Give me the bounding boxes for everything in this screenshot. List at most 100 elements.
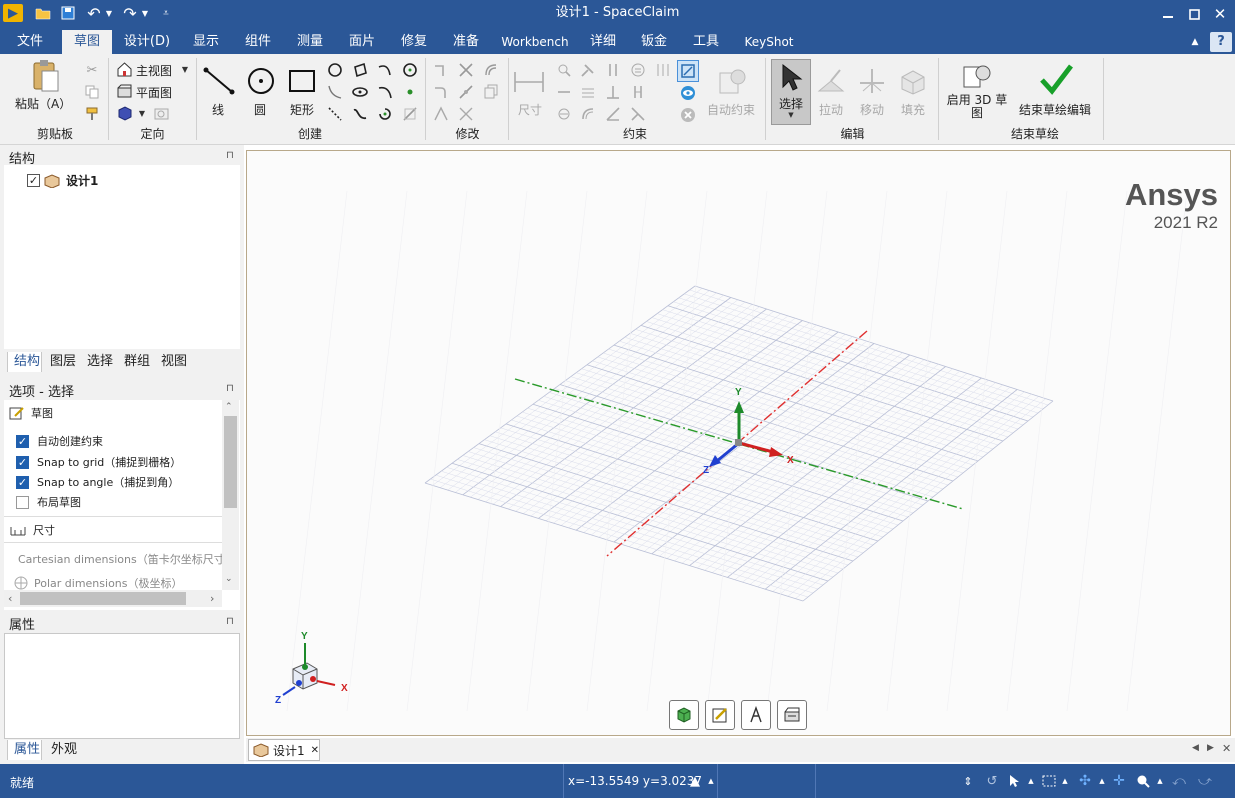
polygon-tool-icon[interactable]: [326, 61, 344, 79]
home-view-label[interactable]: 主视图: [136, 62, 172, 79]
move-label[interactable]: 移动: [860, 101, 884, 118]
menu-measure[interactable]: 测量: [290, 30, 330, 54]
tab-appearance[interactable]: 外观: [51, 740, 77, 760]
end-sketch-edit-label[interactable]: 结束草绘编辑: [1019, 101, 1091, 118]
tab-properties[interactable]: 属性: [7, 740, 42, 760]
plan-view-label[interactable]: 平面图: [136, 84, 172, 101]
menu-workbench[interactable]: Workbench: [500, 30, 570, 54]
split-curve-icon[interactable]: [457, 83, 475, 101]
menu-display[interactable]: 显示: [186, 30, 226, 54]
three-point-arc-icon[interactable]: [376, 83, 394, 101]
option-polar-dimensions[interactable]: Polar dimensions（极坐标）: [13, 575, 183, 591]
horizontal-constraint-icon[interactable]: [555, 83, 573, 101]
pin-icon[interactable]: ⊓: [226, 616, 234, 627]
line-tool-icon[interactable]: [202, 66, 236, 96]
dimension-label[interactable]: 尺寸: [518, 101, 542, 118]
option-snap-angle[interactable]: ✓ Snap to angle（捕捉到角）: [16, 474, 179, 490]
enable-3d-sketch-label[interactable]: 启用 3D 草图: [946, 94, 1008, 120]
scrollbar-thumb[interactable]: [224, 416, 237, 508]
option-snap-grid[interactable]: ✓ Snap to grid（捕捉到栅格）: [16, 454, 181, 470]
view-dropdown-icon[interactable]: ▼: [137, 108, 147, 118]
minimize-icon[interactable]: [1155, 3, 1181, 25]
circle-tool-label[interactable]: 圆: [254, 101, 266, 118]
tab-scroll-right-icon[interactable]: ▶: [1207, 743, 1214, 753]
line-tool-label[interactable]: 线: [212, 101, 224, 118]
scroll-up-icon[interactable]: ⌃: [225, 402, 233, 412]
equal-constraint-icon[interactable]: [629, 61, 647, 79]
scroll-right-icon[interactable]: ›: [210, 592, 214, 605]
orientation-mini-triad[interactable]: Y X Z: [275, 631, 348, 706]
midpoint-constraint-icon[interactable]: [654, 61, 672, 79]
rectangle-tool-label[interactable]: 矩形: [290, 101, 314, 118]
option-auto-constraint[interactable]: ✓ 自动创建约束: [16, 433, 103, 449]
move-icon[interactable]: [457, 105, 475, 123]
arc-circle-icon[interactable]: [376, 105, 394, 123]
fixed-constraint-icon[interactable]: [579, 61, 597, 79]
corner-trim-icon[interactable]: [432, 61, 450, 79]
box-select-dropdown-icon[interactable]: ▲: [1056, 772, 1074, 790]
tab-layers[interactable]: 图层: [50, 352, 76, 372]
zoom-icon[interactable]: [1134, 772, 1152, 790]
sweep-arc-icon[interactable]: [401, 61, 419, 79]
horizontal-scrollbar[interactable]: ‹ ›: [4, 590, 222, 607]
section-mode-button[interactable]: [741, 700, 771, 730]
plan-view-button[interactable]: [777, 700, 807, 730]
plan-view-icon[interactable]: [116, 83, 132, 99]
menu-assembly[interactable]: 组件: [238, 30, 278, 54]
pin-icon[interactable]: ⊓: [226, 150, 234, 161]
checkbox-unchecked[interactable]: [16, 495, 29, 509]
tab-views[interactable]: 视图: [161, 352, 187, 372]
auto-constraint-label[interactable]: 自动约束: [707, 101, 755, 118]
tab-selection[interactable]: 选择: [87, 352, 113, 372]
construction-line-icon[interactable]: [326, 105, 344, 123]
tree-item-checkbox[interactable]: ✓: [27, 174, 40, 187]
rectangle-tool-icon[interactable]: [286, 66, 318, 96]
menu-detail[interactable]: 详细: [583, 30, 623, 54]
checkbox-checked[interactable]: ✓: [16, 455, 29, 469]
help-icon[interactable]: ?: [1210, 32, 1232, 52]
close-icon[interactable]: ✕: [1207, 3, 1233, 25]
pull-label[interactable]: 拉动: [819, 101, 843, 118]
scale-icon[interactable]: [432, 105, 450, 123]
spin-dropdown-icon[interactable]: ▲: [1093, 772, 1111, 790]
menu-facets[interactable]: 面片: [342, 30, 382, 54]
ellipse-tool-icon[interactable]: [351, 83, 369, 101]
home-view-icon[interactable]: [116, 61, 132, 77]
menu-design[interactable]: 设计(D): [119, 30, 175, 54]
checkmark-icon[interactable]: [1038, 62, 1074, 96]
checkbox-checked[interactable]: ✓: [16, 475, 29, 489]
checkbox-checked[interactable]: ✓: [16, 434, 29, 448]
select-dropdown-icon[interactable]: ▼: [786, 110, 796, 120]
move-tool-icon[interactable]: [856, 66, 888, 96]
show-constraints-icon[interactable]: [677, 60, 699, 82]
tab-structure[interactable]: 结构: [7, 352, 42, 372]
scroll-down-icon[interactable]: ⌄: [225, 574, 233, 584]
face-curve-icon[interactable]: [351, 105, 369, 123]
bend-icon[interactable]: [482, 83, 500, 101]
auto-constraint-icon[interactable]: [716, 66, 748, 96]
doc-tab-design1[interactable]: 设计1 ✕: [248, 739, 320, 761]
spline-tool-icon[interactable]: [326, 83, 344, 101]
menu-tools[interactable]: 工具: [686, 30, 726, 54]
enable-3d-sketch-icon[interactable]: [960, 62, 994, 92]
menu-sketch[interactable]: 草图: [62, 30, 112, 54]
updown-arrows-icon[interactable]: ⇕: [959, 772, 977, 790]
scrollbar-thumb[interactable]: [20, 592, 186, 605]
pan-icon[interactable]: ✛: [1110, 772, 1128, 790]
trim-away-icon[interactable]: [457, 61, 475, 79]
parallel-constraint-icon[interactable]: [604, 61, 622, 79]
close-document-icon[interactable]: ✕: [1222, 742, 1231, 755]
coincident-constraint-icon[interactable]: [555, 105, 573, 123]
spin-view-icon[interactable]: ✣: [1076, 772, 1094, 790]
option-layout-sketch[interactable]: 布局草图: [16, 494, 81, 510]
maximize-icon[interactable]: [1181, 3, 1207, 25]
point-tool-icon[interactable]: [401, 83, 419, 101]
three-point-rectangle-icon[interactable]: [351, 61, 369, 79]
dimension-icon[interactable]: [512, 68, 546, 96]
solid-mode-button[interactable]: [669, 700, 699, 730]
vertical-scrollbar[interactable]: ⌃ ⌄: [222, 400, 239, 590]
menu-repair[interactable]: 修复: [394, 30, 434, 54]
offset-curve-icon[interactable]: [482, 61, 500, 79]
perpendicular-constraint-icon[interactable]: [604, 83, 622, 101]
circle-tool-icon[interactable]: [246, 66, 276, 96]
